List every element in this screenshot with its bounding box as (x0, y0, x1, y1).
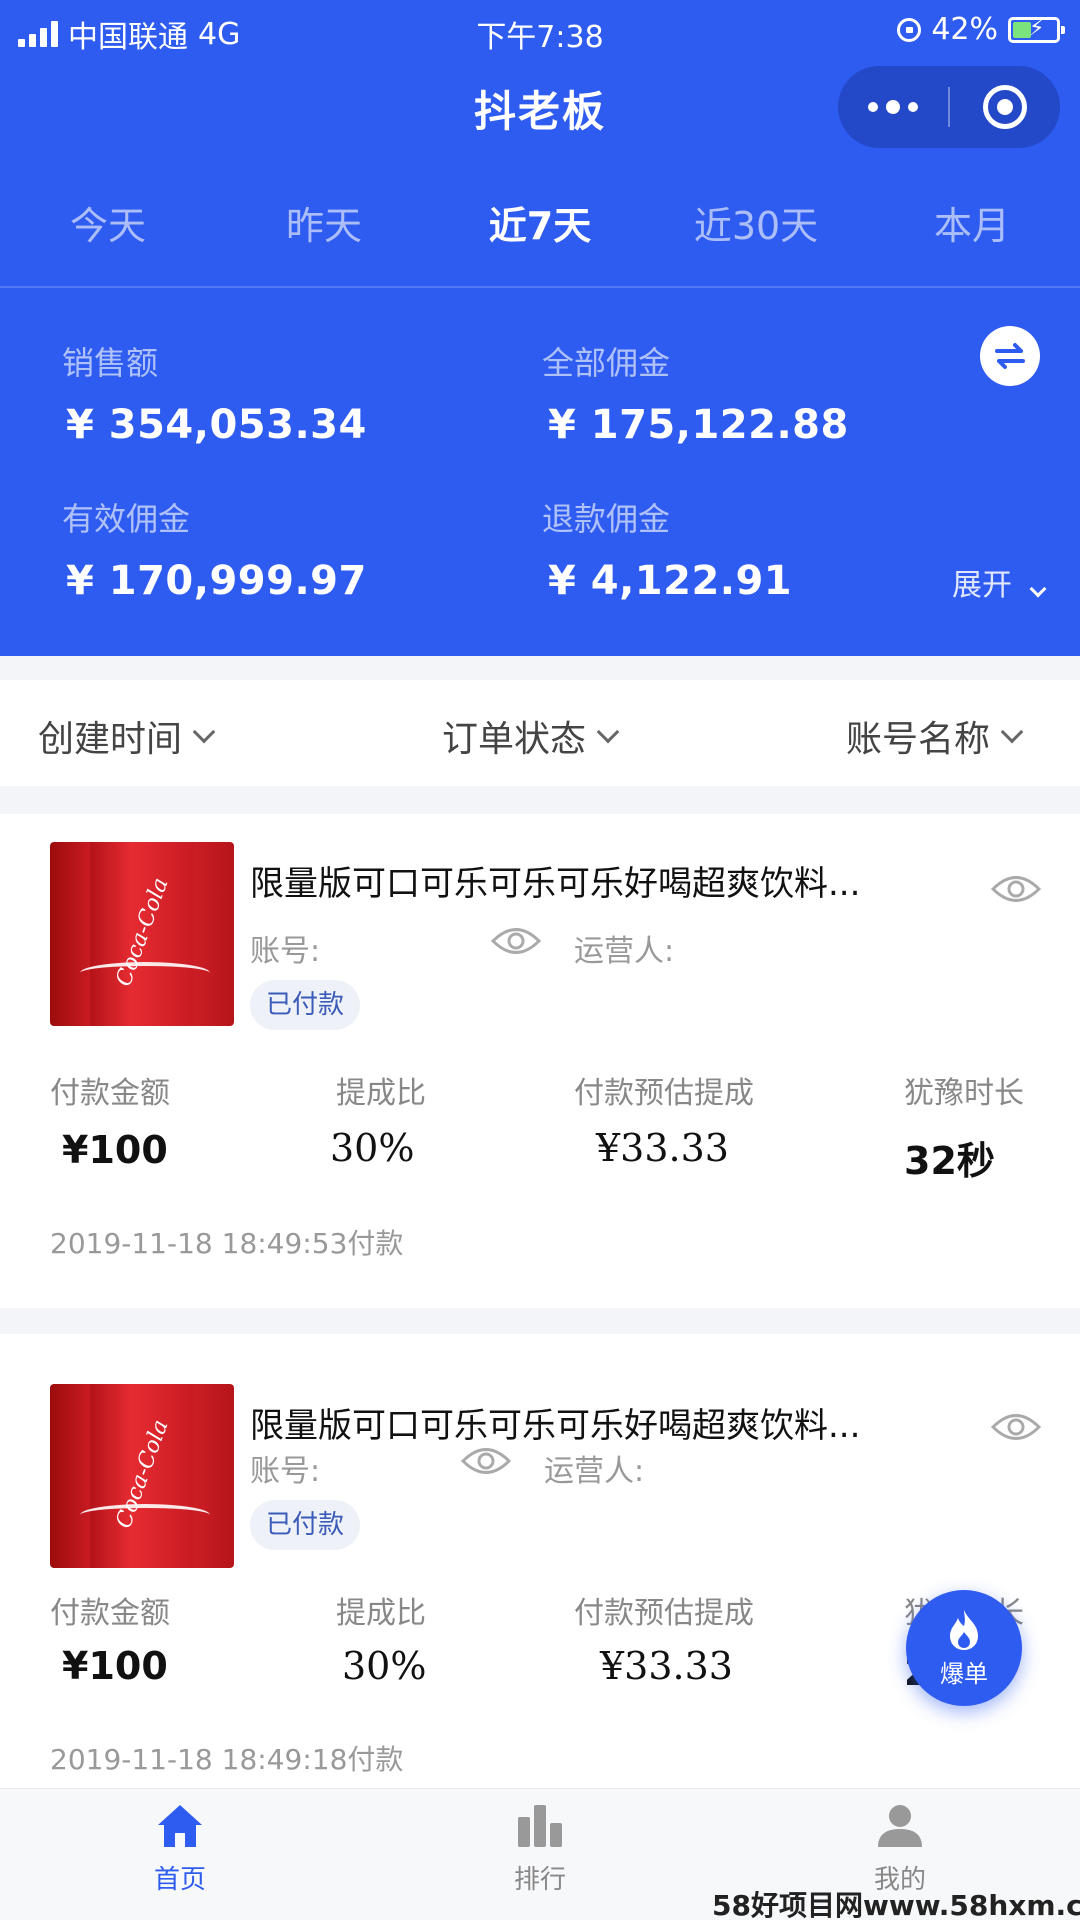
status-right: 42% ⚡ (897, 12, 1065, 47)
tab-this-month[interactable]: 本月 (864, 196, 1080, 266)
status-badge: 已付款 (250, 1500, 361, 1550)
swap-button[interactable] (980, 326, 1040, 386)
tab-label: 首页 (153, 1865, 206, 1895)
operator-label: 运营人: (544, 1454, 645, 1489)
chevron-down-icon (192, 720, 216, 744)
all-commission-value: ¥ 175,122.88 (548, 402, 849, 448)
filter-label: 账号名称 (846, 719, 991, 760)
status-bar: 中国联通 4G 下午7:38 42% ⚡ (0, 0, 1080, 60)
date-range-tabs: 今天 昨天 近7天 近30天 本月 (0, 196, 1080, 266)
swap-icon (995, 343, 1025, 369)
more-dots-icon (886, 100, 900, 114)
tab-label: 排行 (513, 1865, 566, 1895)
valid-commission-label: 有效佣金 (62, 500, 191, 538)
dynamic-ribbon (80, 1504, 210, 1526)
user-icon (878, 1805, 922, 1847)
target-icon (983, 85, 1027, 129)
tab-last-30-days[interactable]: 近30天 (648, 196, 864, 266)
home-icon (158, 1805, 202, 1847)
chevron-down-icon (596, 720, 620, 744)
miniprogram-capsule (838, 66, 1060, 148)
rate-label: 提成比 (336, 1076, 426, 1111)
more-dots-icon (908, 102, 918, 112)
operator-label: 运营人: (574, 934, 675, 969)
all-commission-label: 全部佣金 (542, 344, 671, 382)
hesitation-value: 32秒 (904, 1139, 995, 1183)
estimated-value: ¥33.33 (600, 1644, 733, 1688)
sales-value: ¥ 354,053.34 (66, 402, 367, 448)
refund-commission-value: ¥ 4,122.91 (548, 558, 793, 604)
order-card[interactable]: Coca-Cola 限量版可口可乐可乐可乐好喝超爽饮料... 账号: 运营人: … (0, 1334, 1080, 1788)
paid-time: 2019-11-18 18:49:18付款 (50, 1743, 404, 1776)
filter-account-name[interactable]: 账号名称 (846, 710, 1024, 762)
pay-amount-label: 付款金额 (50, 1076, 170, 1111)
expand-label: 展开 (952, 568, 1012, 603)
tab-yesterday[interactable]: 昨天 (216, 196, 432, 266)
bar-chart-icon (518, 1805, 562, 1847)
eye-icon[interactable] (490, 924, 542, 958)
valid-commission-value: ¥ 170,999.97 (66, 558, 367, 604)
dynamic-ribbon (80, 962, 210, 984)
more-button[interactable] (838, 66, 948, 148)
estimated-label: 付款预估提成 (574, 1076, 754, 1111)
product-title[interactable]: 限量版可口可乐可乐可乐好喝超爽饮料... (250, 856, 860, 905)
filter-label: 订单状态 (442, 719, 587, 760)
pay-amount-value: ¥100 (62, 1128, 168, 1172)
chevron-down-icon (1029, 580, 1047, 598)
battery-icon: ⚡ (1008, 16, 1065, 43)
rotation-lock-icon (897, 17, 922, 42)
pay-amount-label: 付款金额 (50, 1596, 170, 1631)
product-title[interactable]: 限量版可口可乐可乐可乐好喝超爽饮料... (250, 1398, 860, 1447)
stats-header: 中国联通 4G 下午7:38 42% ⚡ 抖老板 今天 昨天 近7天 近30天 … (0, 0, 1080, 656)
product-image: Coca-Cola (50, 842, 234, 1026)
fab-label: 爆单 (940, 1659, 988, 1688)
tab-today[interactable]: 今天 (0, 196, 216, 266)
close-miniprogram-button[interactable] (950, 66, 1060, 148)
boom-order-button[interactable]: 爆单 (906, 1590, 1022, 1706)
tab-ranking[interactable]: 排行 (460, 1803, 620, 1896)
product-image: Coca-Cola (50, 1384, 234, 1568)
eye-icon[interactable] (990, 1410, 1042, 1444)
expand-toggle[interactable]: 展开 (952, 560, 1047, 604)
watermark: 58好项目网www.58hxm.com (712, 1889, 1080, 1920)
filter-order-status[interactable]: 订单状态 (442, 710, 620, 762)
eye-icon[interactable] (460, 1444, 512, 1478)
flame-icon (950, 1609, 978, 1650)
paid-time: 2019-11-18 18:49:53付款 (50, 1227, 404, 1260)
filter-label: 创建时间 (38, 719, 183, 760)
account-label: 账号: (250, 1454, 321, 1489)
more-dots-icon (868, 102, 878, 112)
tab-mine[interactable]: 我的 (820, 1803, 980, 1896)
estimated-label: 付款预估提成 (574, 1596, 754, 1631)
order-card[interactable]: Coca-Cola 限量版可口可乐可乐可乐好喝超爽饮料... 账号: 运营人: … (0, 814, 1080, 1308)
eye-icon[interactable] (990, 872, 1042, 906)
rate-value: 30% (330, 1126, 415, 1170)
tab-home[interactable]: 首页 (100, 1803, 260, 1896)
chevron-down-icon (1000, 720, 1024, 744)
estimated-value: ¥33.33 (596, 1126, 729, 1170)
tabs-divider (0, 286, 1080, 288)
rate-value: 30% (342, 1644, 427, 1688)
filter-bar: 创建时间 订单状态 账号名称 (0, 680, 1080, 786)
refund-commission-label: 退款佣金 (542, 500, 671, 538)
account-label: 账号: (250, 934, 321, 969)
battery-percent: 42% (931, 12, 998, 47)
filter-created-time[interactable]: 创建时间 (38, 710, 216, 762)
sales-label: 销售额 (62, 344, 159, 382)
tab-last-7-days[interactable]: 近7天 (432, 196, 648, 266)
rate-label: 提成比 (336, 1596, 426, 1631)
status-badge: 已付款 (250, 980, 361, 1030)
hesitation-label: 犹豫时长 (904, 1076, 1024, 1111)
pay-amount-value: ¥100 (62, 1644, 168, 1688)
